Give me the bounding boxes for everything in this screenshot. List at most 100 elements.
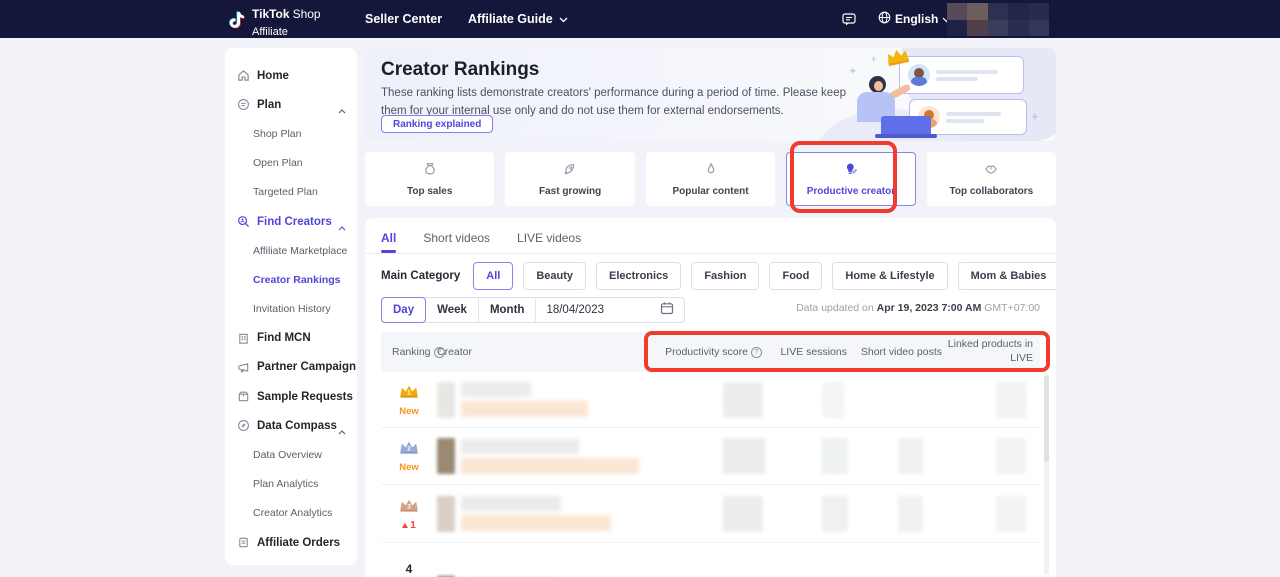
sidebar-item-label: Affiliate Marketplace (253, 244, 348, 257)
sidebar-item-plan-analytics[interactable]: Plan Analytics (225, 470, 357, 499)
metric-cell-blurred (935, 428, 1033, 484)
sidebar-item-data-compass[interactable]: Data Compass (225, 411, 357, 440)
category-pill-all[interactable]: All (473, 262, 514, 290)
category-pill-beauty[interactable]: Beauty (523, 262, 586, 290)
sidebar-item-shop-plan[interactable]: Shop Plan (225, 119, 357, 148)
column-label: Ranking (392, 346, 431, 358)
rank-cell: 4 (381, 543, 437, 577)
sidebar-item-label: Targeted Plan (253, 186, 318, 199)
category-pill-fashion[interactable]: Fashion (691, 262, 760, 290)
rank-up-icon (402, 522, 409, 528)
nav-link-affiliate-guide[interactable]: Affiliate Guide (468, 0, 568, 38)
ranking-card-productive-creator[interactable]: Productive creator (786, 152, 916, 206)
plan-icon (237, 98, 250, 111)
ranking-card-label: Productive creator (806, 186, 896, 197)
period-month-button[interactable]: Month (479, 297, 537, 323)
scrollbar-thumb[interactable] (1044, 376, 1049, 462)
metric-cell-blurred (655, 485, 763, 542)
sidebar-item-label: Affiliate Orders (257, 536, 341, 549)
sidebar-item-partner-campaign[interactable]: Partner Campaign (225, 353, 357, 382)
sidebar-item-data-overview[interactable]: Data Overview (225, 440, 357, 469)
ranking-card-label: Top collaborators (949, 186, 1034, 197)
language-selector[interactable]: English (878, 0, 951, 38)
sidebar-item-sample-requests[interactable]: Sample Requests (225, 382, 357, 411)
date-picker[interactable] (536, 297, 684, 323)
chevron-up-icon[interactable] (338, 101, 346, 119)
calendar-icon[interactable] (660, 301, 674, 320)
metric-cell-blurred (755, 428, 848, 484)
nav-link-label: Affiliate Guide (468, 12, 553, 26)
tab-live-videos[interactable]: LIVE videos (517, 231, 581, 253)
nav-link-seller-center[interactable]: Seller Center (365, 0, 442, 38)
rank-cell: 1 New (381, 372, 437, 427)
creator-rankings-page: TikTok Shop Affiliate Seller Center Affil… (0, 0, 1280, 577)
ranking-card-label: Popular content (672, 186, 749, 197)
category-pill-mom-babies[interactable]: Mom & Babies (957, 262, 1056, 290)
metric-cell-blurred (840, 543, 935, 577)
table-scrollbar[interactable] (1044, 374, 1049, 575)
column-ranking: Ranking ? (381, 346, 445, 358)
sidebar-item-affiliate-orders[interactable]: Affiliate Orders (225, 528, 357, 557)
creator-cell-blurred (437, 372, 655, 427)
content-tabs: All Short videos LIVE videos (381, 231, 581, 253)
blurred-text (461, 382, 588, 417)
sidebar-item-find-mcn[interactable]: Find MCN (225, 324, 357, 353)
sidebar-item-targeted-plan[interactable]: Targeted Plan (225, 178, 357, 207)
tiktok-shop-affiliate-logo[interactable]: TikTok Shop Affiliate (228, 6, 321, 40)
table-body: 1 New 2 New 3 1 4 (381, 372, 1040, 577)
sidebar-item-label: Creator Rankings (253, 273, 341, 286)
category-pill-electronics[interactable]: Electronics (596, 262, 682, 290)
logo-affiliate: Affiliate (252, 25, 288, 38)
user-avatar-blurred[interactable] (947, 3, 1069, 36)
period-week-button[interactable]: Week (426, 297, 479, 323)
sidebar-item-find-creators[interactable]: Find Creators (225, 207, 357, 236)
column-live-sessions: LIVE sessions (762, 346, 847, 358)
column-label: Creator (437, 346, 473, 358)
column-short-video-posts: Short video posts (847, 346, 942, 358)
creator-cell-blurred (437, 428, 655, 484)
tab-short-videos[interactable]: Short videos (423, 231, 490, 253)
sidebar-item-home[interactable]: Home (225, 61, 357, 90)
date-picker-input[interactable] (546, 304, 613, 316)
info-icon[interactable]: ? (751, 346, 762, 358)
table-row[interactable]: 4 (381, 543, 1040, 577)
ranking-type-cards: Top sales Fast growing Popular content P… (365, 152, 1057, 206)
main-category-filter: Main Category All Beauty Electronics Fas… (381, 262, 1056, 290)
sidebar-item-creator-rankings[interactable]: Creator Rankings (225, 265, 357, 294)
chevron-up-icon[interactable] (338, 218, 346, 236)
message-icon[interactable] (842, 13, 856, 31)
metric-cell-blurred (935, 372, 1033, 427)
table-row[interactable]: 3 1 (381, 485, 1040, 543)
table-row[interactable]: 1 New (381, 372, 1040, 428)
metric-cell-blurred (840, 372, 935, 427)
sidebar-item-plan[interactable]: Plan (225, 90, 357, 119)
sidebar-item-invitation-history[interactable]: Invitation History (225, 295, 357, 324)
sidebar-item-affiliate-marketplace[interactable]: Affiliate Marketplace (225, 236, 357, 265)
ranking-explained-button[interactable]: Ranking explained (381, 115, 494, 133)
tab-all[interactable]: All (381, 231, 396, 253)
sidebar-item-creator-analytics[interactable]: Creator Analytics (225, 499, 357, 528)
megaphone-icon (237, 361, 250, 374)
table-row[interactable]: 2 New (381, 428, 1040, 485)
chevron-down-icon (559, 12, 568, 26)
metric-cell-blurred (840, 428, 935, 484)
ranking-card-popular-content[interactable]: Popular content (645, 152, 776, 206)
ranking-card-top-sales[interactable]: Top sales (365, 152, 495, 206)
rankings-panel: All Short videos LIVE videos Main Catego… (365, 218, 1056, 577)
rankings-illustration: ✦ ✦ + (816, 48, 1056, 141)
package-icon (237, 390, 250, 403)
sidebar-item-open-plan[interactable]: Open Plan (225, 149, 357, 178)
category-pill-home-lifestyle[interactable]: Home & Lifestyle (832, 262, 948, 290)
column-linked-products-in-live: Linked products in LIVE (942, 338, 1040, 365)
period-day-button[interactable]: Day (381, 297, 427, 323)
ranking-card-top-collaborators[interactable]: Top collaborators (926, 152, 1057, 206)
sidebar-item-label: Plan Analytics (253, 478, 319, 491)
chevron-up-icon[interactable] (338, 422, 346, 440)
metric-cell-blurred (935, 543, 1033, 577)
category-pill-food[interactable]: Food (769, 262, 823, 290)
column-label: Productivity score (665, 346, 748, 358)
column-label: Short video posts (860, 346, 942, 358)
ranking-card-fast-growing[interactable]: Fast growing (505, 152, 635, 206)
main-category-label: Main Category (381, 270, 461, 282)
rank-change-value: 1 (410, 519, 416, 531)
